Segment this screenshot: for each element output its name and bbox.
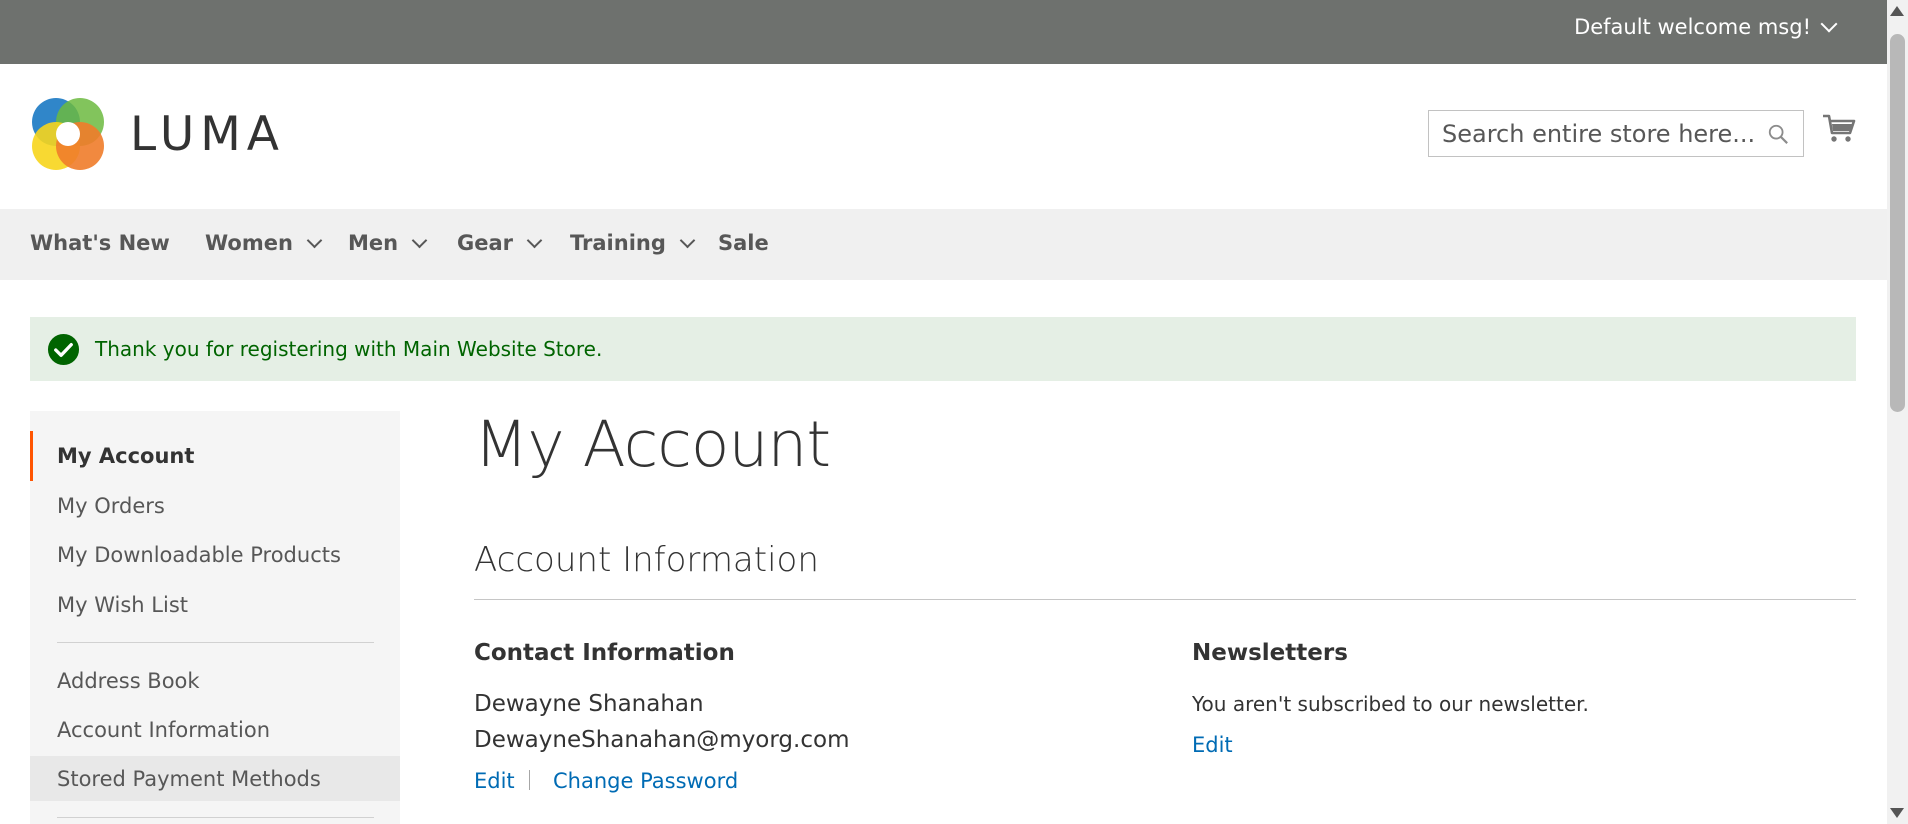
nav-item-women[interactable]: Women <box>205 231 323 255</box>
sidebar-item-label: Account Information <box>57 718 271 742</box>
page-title: My Account <box>474 408 831 481</box>
success-message-text: Thank you for registering with Main Webs… <box>95 337 603 361</box>
welcome-menu[interactable]: Default welcome msg! <box>1574 15 1838 39</box>
search-input[interactable] <box>1429 111 1803 156</box>
account-sidebar: My Account My Orders My Downloadable Pro… <box>30 411 400 824</box>
edit-contact-link[interactable]: Edit <box>474 769 515 793</box>
sidebar-item-downloadable-products[interactable]: My Downloadable Products <box>30 530 400 580</box>
sidebar-item-stored-payment-methods[interactable]: Stored Payment Methods <box>30 756 400 801</box>
cart-icon[interactable] <box>1822 112 1856 146</box>
sidebar-item-label: My Wish List <box>57 593 188 617</box>
section-divider <box>474 599 1856 600</box>
search-icon[interactable] <box>1767 123 1789 145</box>
sidebar-item-address-book[interactable]: Address Book <box>30 656 400 706</box>
sidebar-item-label: My Orders <box>57 494 165 518</box>
nav-item-whats-new[interactable]: What's New <box>30 231 170 255</box>
sidebar-item-label: Address Book <box>57 669 200 693</box>
nav-item-label: Training <box>570 231 666 255</box>
chevron-down-icon <box>306 232 323 248</box>
nav-item-training[interactable]: Training <box>570 231 696 255</box>
sidebar-item-my-orders[interactable]: My Orders <box>30 481 400 531</box>
logo-text: LUMA <box>130 106 285 162</box>
nav-item-label: Gear <box>457 231 514 255</box>
success-message: Thank you for registering with Main Webs… <box>30 317 1856 381</box>
top-bar: Default welcome msg! <box>0 0 1887 64</box>
sidebar-item-label: My Downloadable Products <box>57 543 341 567</box>
section-title: Account Information <box>474 540 819 580</box>
edit-newsletter-link[interactable]: Edit <box>1192 733 1233 757</box>
sidebar-item-my-account[interactable]: My Account <box>30 431 400 481</box>
nav-item-gear[interactable]: Gear <box>457 231 543 255</box>
nav-item-men[interactable]: Men <box>348 231 428 255</box>
main-navigation: What's New Women Men Gear Training Sale <box>0 209 1887 280</box>
chevron-down-icon <box>679 232 696 248</box>
chevron-down-icon <box>526 232 543 248</box>
link-separator <box>529 770 530 790</box>
chevron-down-icon <box>411 232 428 248</box>
sidebar-divider <box>57 642 374 643</box>
luma-logo-icon <box>32 98 104 170</box>
nav-item-label: Men <box>348 231 399 255</box>
search-box[interactable] <box>1428 110 1804 157</box>
scroll-down-arrow-icon[interactable] <box>1890 808 1904 818</box>
contact-information-title: Contact Information <box>474 640 735 666</box>
newsletter-status-text: You aren't subscribed to our newsletter. <box>1192 692 1589 716</box>
nav-item-sale[interactable]: Sale <box>718 231 769 255</box>
nav-item-label: What's New <box>30 231 170 255</box>
nav-item-label: Women <box>205 231 293 255</box>
checkmark-circle-icon <box>47 333 80 365</box>
contact-name: Dewayne Shanahan <box>474 691 704 717</box>
scrollbar[interactable] <box>1887 0 1908 824</box>
sidebar-divider <box>57 817 374 818</box>
store-logo[interactable]: LUMA <box>30 96 285 172</box>
welcome-text: Default welcome msg! <box>1574 15 1811 39</box>
sidebar-item-wish-list[interactable]: My Wish List <box>30 580 400 630</box>
change-password-link[interactable]: Change Password <box>553 769 738 793</box>
nav-item-label: Sale <box>718 231 769 255</box>
newsletters-title: Newsletters <box>1192 640 1348 666</box>
chevron-down-icon <box>1820 15 1838 33</box>
sidebar-item-label: Stored Payment Methods <box>57 766 321 791</box>
sidebar-item-label: My Account <box>57 444 195 468</box>
contact-email: DewayneShanahan@myorg.com <box>474 727 850 753</box>
scrollbar-thumb[interactable] <box>1890 34 1905 412</box>
sidebar-item-account-information[interactable]: Account Information <box>30 705 400 755</box>
scroll-up-arrow-icon[interactable] <box>1890 6 1904 16</box>
